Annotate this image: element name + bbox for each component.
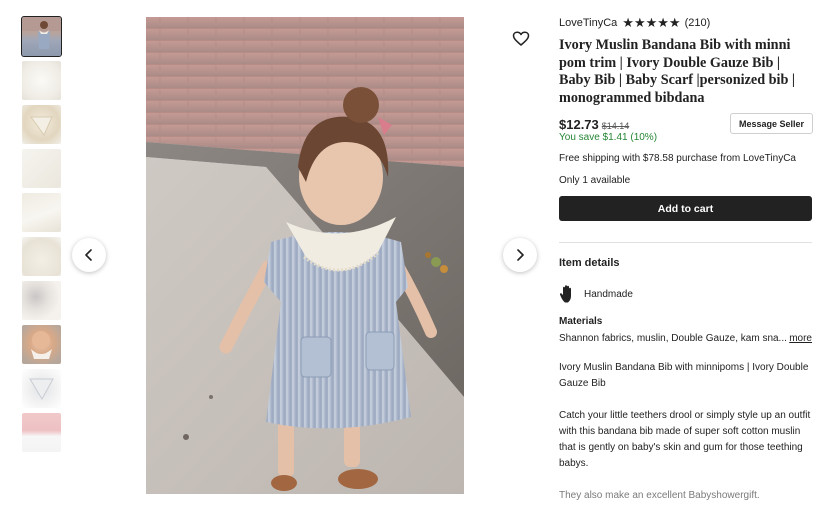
review-count[interactable]: (210): [685, 17, 711, 29]
shipping-info: Free shipping with $78.58 purchase from …: [559, 153, 796, 164]
thumbnail-6[interactable]: [22, 237, 61, 276]
materials-more-link[interactable]: more: [789, 333, 812, 344]
add-to-cart-button[interactable]: Add to cart: [559, 196, 812, 221]
thumbnail-10[interactable]: [22, 413, 61, 452]
listing-title: Ivory Muslin Bandana Bib with minni pom …: [559, 37, 796, 106]
rating-stars-icon[interactable]: ★★★★★: [622, 15, 680, 31]
listing-details-panel: LoveTinyCa ★★★★★ (210) Ivory Muslin Band…: [559, 14, 813, 504]
thumbnail-4[interactable]: [22, 149, 61, 188]
thumbnail-2[interactable]: [22, 61, 61, 100]
next-image-button[interactable]: [503, 238, 537, 272]
heart-outline-icon: [512, 31, 530, 46]
thumbnail-5[interactable]: [22, 193, 61, 232]
handmade-label: Handmade: [584, 288, 633, 300]
materials-label: Materials: [559, 316, 603, 327]
description-paragraph-1: Ivory Muslin Bandana Bib with minnipoms …: [559, 362, 809, 389]
price-row: $12.73 $14.14 Message Seller: [559, 113, 813, 134]
product-photo-illustration: [146, 17, 464, 494]
materials-value: Shannon fabrics, muslin, Double Gauze, k…: [559, 333, 787, 344]
thumbnail-bib-image: [30, 116, 53, 136]
section-divider: [559, 242, 812, 243]
thumbnail-baby-image: [31, 331, 52, 359]
chevron-right-icon: [517, 249, 524, 261]
handmade-row: Handmade: [559, 283, 813, 305]
description-paragraph-2: Catch your little teethers drool or simp…: [559, 410, 811, 469]
chevron-left-icon: [85, 249, 92, 261]
thumbnail-folded-bib-image: [29, 378, 54, 401]
message-seller-button[interactable]: Message Seller: [729, 113, 813, 134]
original-price: $14.14: [601, 121, 630, 131]
thumbnail-8[interactable]: [22, 325, 61, 364]
item-details-heading[interactable]: Item details: [559, 257, 813, 269]
thumbnail-7[interactable]: [22, 281, 61, 320]
thumbnail-strip: [21, 16, 62, 457]
thumbnail-1[interactable]: [21, 16, 62, 57]
favorite-button[interactable]: [512, 30, 530, 48]
shop-info-row: LoveTinyCa ★★★★★ (210): [559, 14, 813, 32]
previous-image-button[interactable]: [72, 238, 106, 272]
thumbnail-3[interactable]: [22, 105, 61, 144]
availability-text: Only 1 available: [559, 175, 631, 186]
thumbnail-girl-image: [22, 17, 61, 49]
hand-icon: [559, 285, 571, 303]
materials-row: Shannon fabrics, muslin, Double Gauze, k…: [559, 333, 812, 344]
shop-name-link[interactable]: LoveTinyCa: [559, 17, 617, 29]
current-price: $12.73: [559, 117, 599, 132]
description-paragraph-3: They also make an excellent Babyshowergi…: [559, 490, 760, 501]
main-product-image[interactable]: [146, 17, 464, 494]
thumbnail-9[interactable]: [22, 369, 61, 408]
